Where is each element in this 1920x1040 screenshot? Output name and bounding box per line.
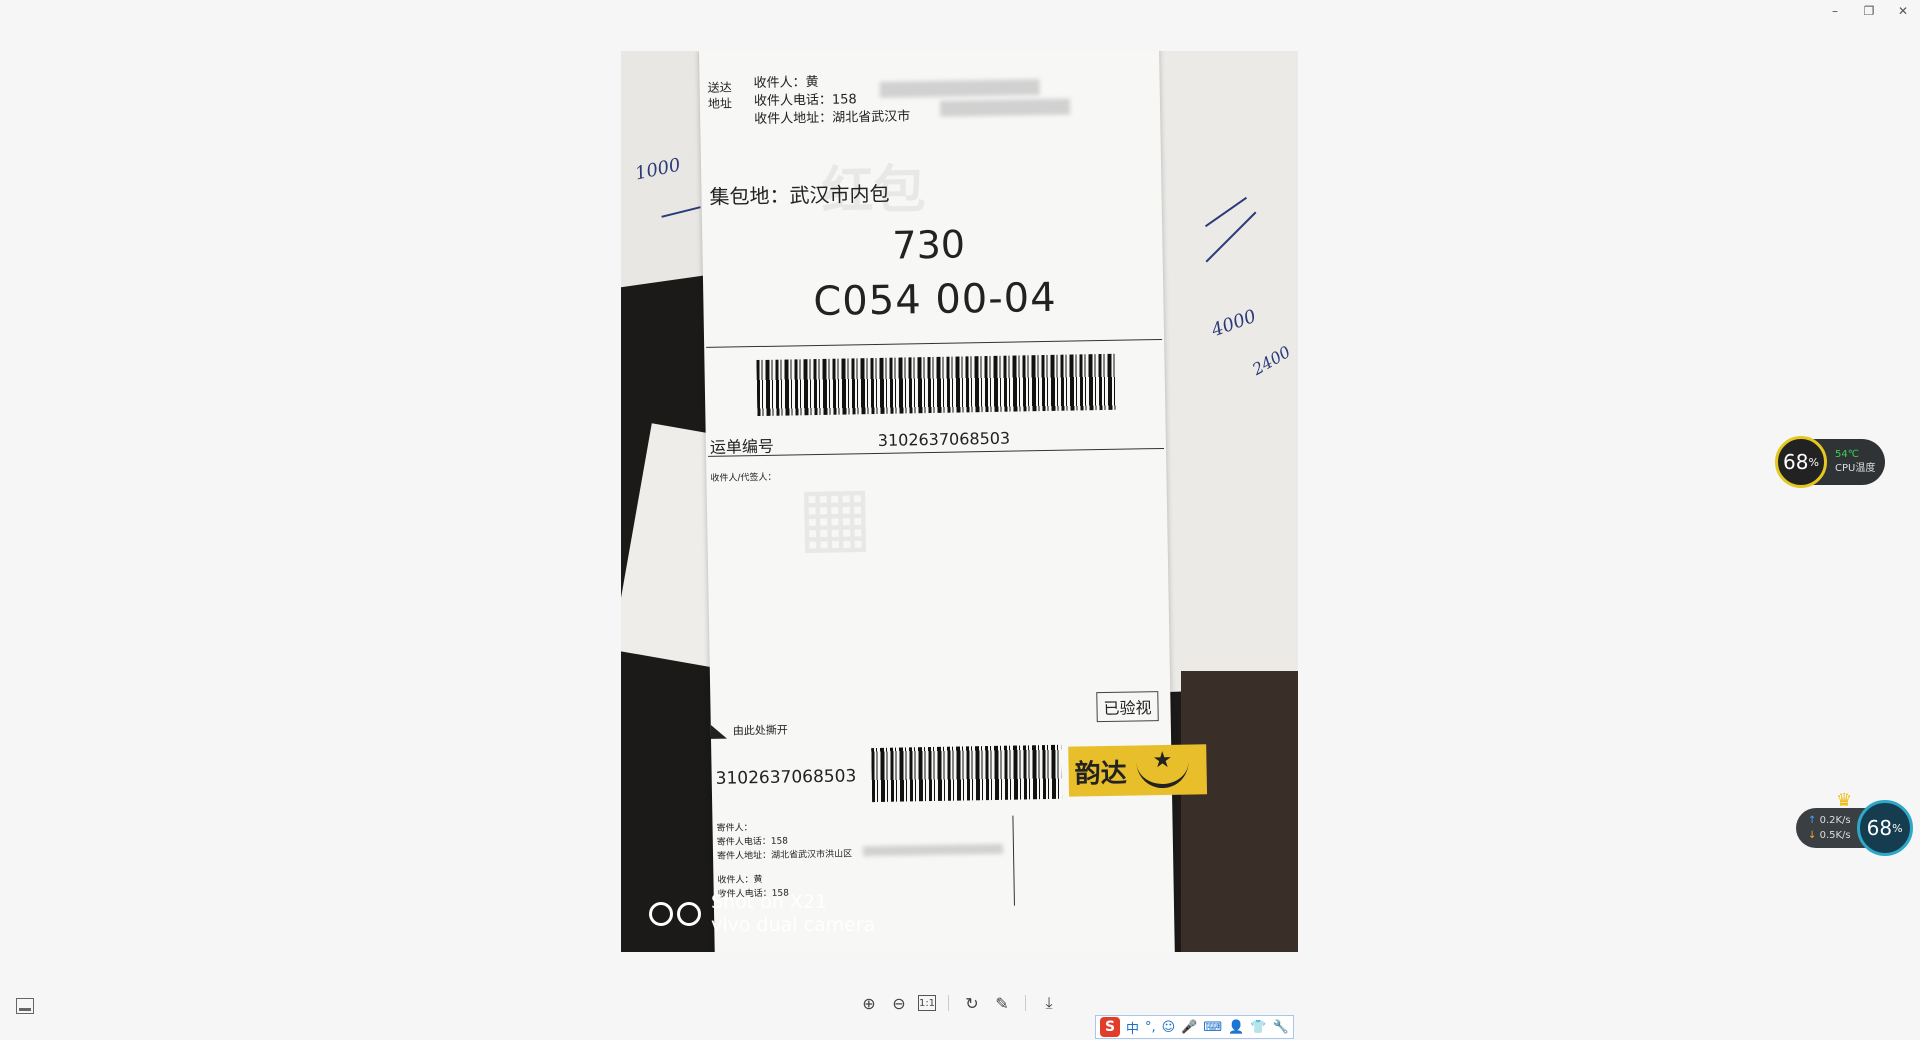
divider bbox=[1012, 815, 1015, 906]
tear-here-label: 由此处撕开 bbox=[732, 723, 788, 738]
background-surface bbox=[1181, 671, 1298, 952]
ime-emoji-icon[interactable]: ☺ bbox=[1162, 1020, 1176, 1035]
download-arrow-icon: ↓ bbox=[1808, 830, 1817, 841]
rotate-button[interactable]: ↻ bbox=[961, 992, 983, 1014]
ime-punctuation-toggle[interactable]: °, bbox=[1145, 1020, 1156, 1035]
redaction bbox=[879, 79, 1040, 98]
window-controls: – ❐ ✕ bbox=[1818, 0, 1920, 22]
camera-watermark: Shot on X21 vivo dual camera bbox=[649, 891, 875, 937]
watermark-line-1: Shot on X21 bbox=[711, 891, 828, 913]
stub-recipient-name: 收件人：黄 bbox=[717, 875, 763, 886]
camera-aperture-icon bbox=[649, 902, 701, 926]
upload-rate: 0.2K/s bbox=[1819, 815, 1851, 826]
stub-barcode bbox=[871, 744, 1063, 803]
redaction bbox=[939, 98, 1071, 117]
cpu-temperature: 54℃ bbox=[1835, 449, 1859, 460]
restore-button[interactable]: ❐ bbox=[1852, 0, 1886, 22]
close-button[interactable]: ✕ bbox=[1886, 0, 1920, 22]
photo-viewer-image: 1000 4000 2400 红包 ▦ 送达 地址 收件人：黄 收件人电话：15… bbox=[621, 51, 1298, 952]
cpu-temperature-label: CPU温度 bbox=[1835, 463, 1876, 474]
ime-language-toggle[interactable]: 中 bbox=[1126, 1018, 1139, 1037]
redaction bbox=[862, 843, 1004, 857]
divider bbox=[706, 338, 1163, 348]
ime-keyboard-icon[interactable]: ⌨ bbox=[1203, 1020, 1222, 1035]
barcode bbox=[756, 353, 1118, 417]
toolbar-separator bbox=[948, 995, 949, 1011]
address-section-label: 送达 bbox=[707, 80, 732, 95]
sender-name: 寄件人： bbox=[716, 823, 753, 834]
sort-code: C054 00-04 bbox=[812, 274, 1057, 326]
divider bbox=[708, 447, 1165, 457]
yunda-smile-icon bbox=[1136, 751, 1189, 789]
yunda-logo: 韵达 bbox=[1068, 744, 1208, 797]
stub-waybill-number: 3102637068503 bbox=[715, 766, 857, 789]
cpu-monitor-widget[interactable]: 68% 54℃ CPU温度 bbox=[1775, 436, 1886, 488]
toolbar-separator bbox=[1025, 995, 1026, 1011]
network-monitor-widget[interactable]: ↑ 0.2K/s ↓ 0.5K/s 68% bbox=[1796, 800, 1913, 856]
sender-phone: 寄件人电话：158 bbox=[716, 836, 789, 848]
viewer-toolbar: ⊕ ⊖ 1:1 ↻ ✎ ⤓ bbox=[858, 992, 1060, 1014]
upload-arrow-icon: ↑ bbox=[1808, 815, 1817, 826]
download-button[interactable]: ⤓ bbox=[1038, 992, 1060, 1014]
brand-name: 韵达 bbox=[1074, 758, 1127, 790]
recipient-name: 收件人：黄 bbox=[753, 74, 819, 92]
collection-point: 集包地：武汉市内包 bbox=[709, 181, 890, 209]
zoom-out-button[interactable]: ⊖ bbox=[888, 992, 910, 1014]
inspected-stamp: 已验视 bbox=[1096, 691, 1159, 723]
sender-address: 寄件人地址：湖北省武汉市洪山区 bbox=[716, 849, 853, 862]
thumbnail-toggle-button[interactable] bbox=[16, 998, 34, 1014]
recipient-address: 收件人地址：湖北省武汉市 bbox=[754, 109, 911, 128]
ime-skin-icon[interactable]: 👕 bbox=[1250, 1020, 1266, 1035]
ime-tools-icon[interactable]: 🔧 bbox=[1273, 1020, 1289, 1035]
signer-label: 收件人/代签人： bbox=[710, 472, 777, 484]
edit-button[interactable]: ✎ bbox=[991, 992, 1013, 1014]
ime-toolbar: S 中 °, ☺ 🎤 ⌨ 👤 👕 🔧 bbox=[1095, 1015, 1294, 1039]
address-section-label: 地址 bbox=[707, 96, 733, 111]
tear-line-text: 由此处撕开 bbox=[710, 722, 788, 739]
download-rate: 0.5K/s bbox=[1819, 830, 1851, 841]
minimize-button[interactable]: – bbox=[1818, 0, 1852, 22]
sogou-logo-icon[interactable]: S bbox=[1100, 1017, 1120, 1037]
shipping-label: 红包 ▦ 送达 地址 收件人：黄 收件人电话：158 收件人地址：湖北省武汉市 … bbox=[699, 51, 1208, 952]
ime-mic-icon[interactable]: 🎤 bbox=[1181, 1020, 1197, 1035]
memory-load-gauge: 68% bbox=[1856, 800, 1913, 856]
watermark-line-2: vivo dual camera bbox=[711, 914, 876, 936]
route-code: 730 bbox=[892, 222, 966, 268]
actual-size-button[interactable]: 1:1 bbox=[918, 995, 936, 1011]
waybill-number: 3102637068503 bbox=[877, 428, 1011, 450]
ime-user-icon[interactable]: 👤 bbox=[1228, 1020, 1244, 1035]
zoom-in-button[interactable]: ⊕ bbox=[858, 992, 880, 1014]
cpu-load-gauge: 68% bbox=[1775, 436, 1827, 488]
